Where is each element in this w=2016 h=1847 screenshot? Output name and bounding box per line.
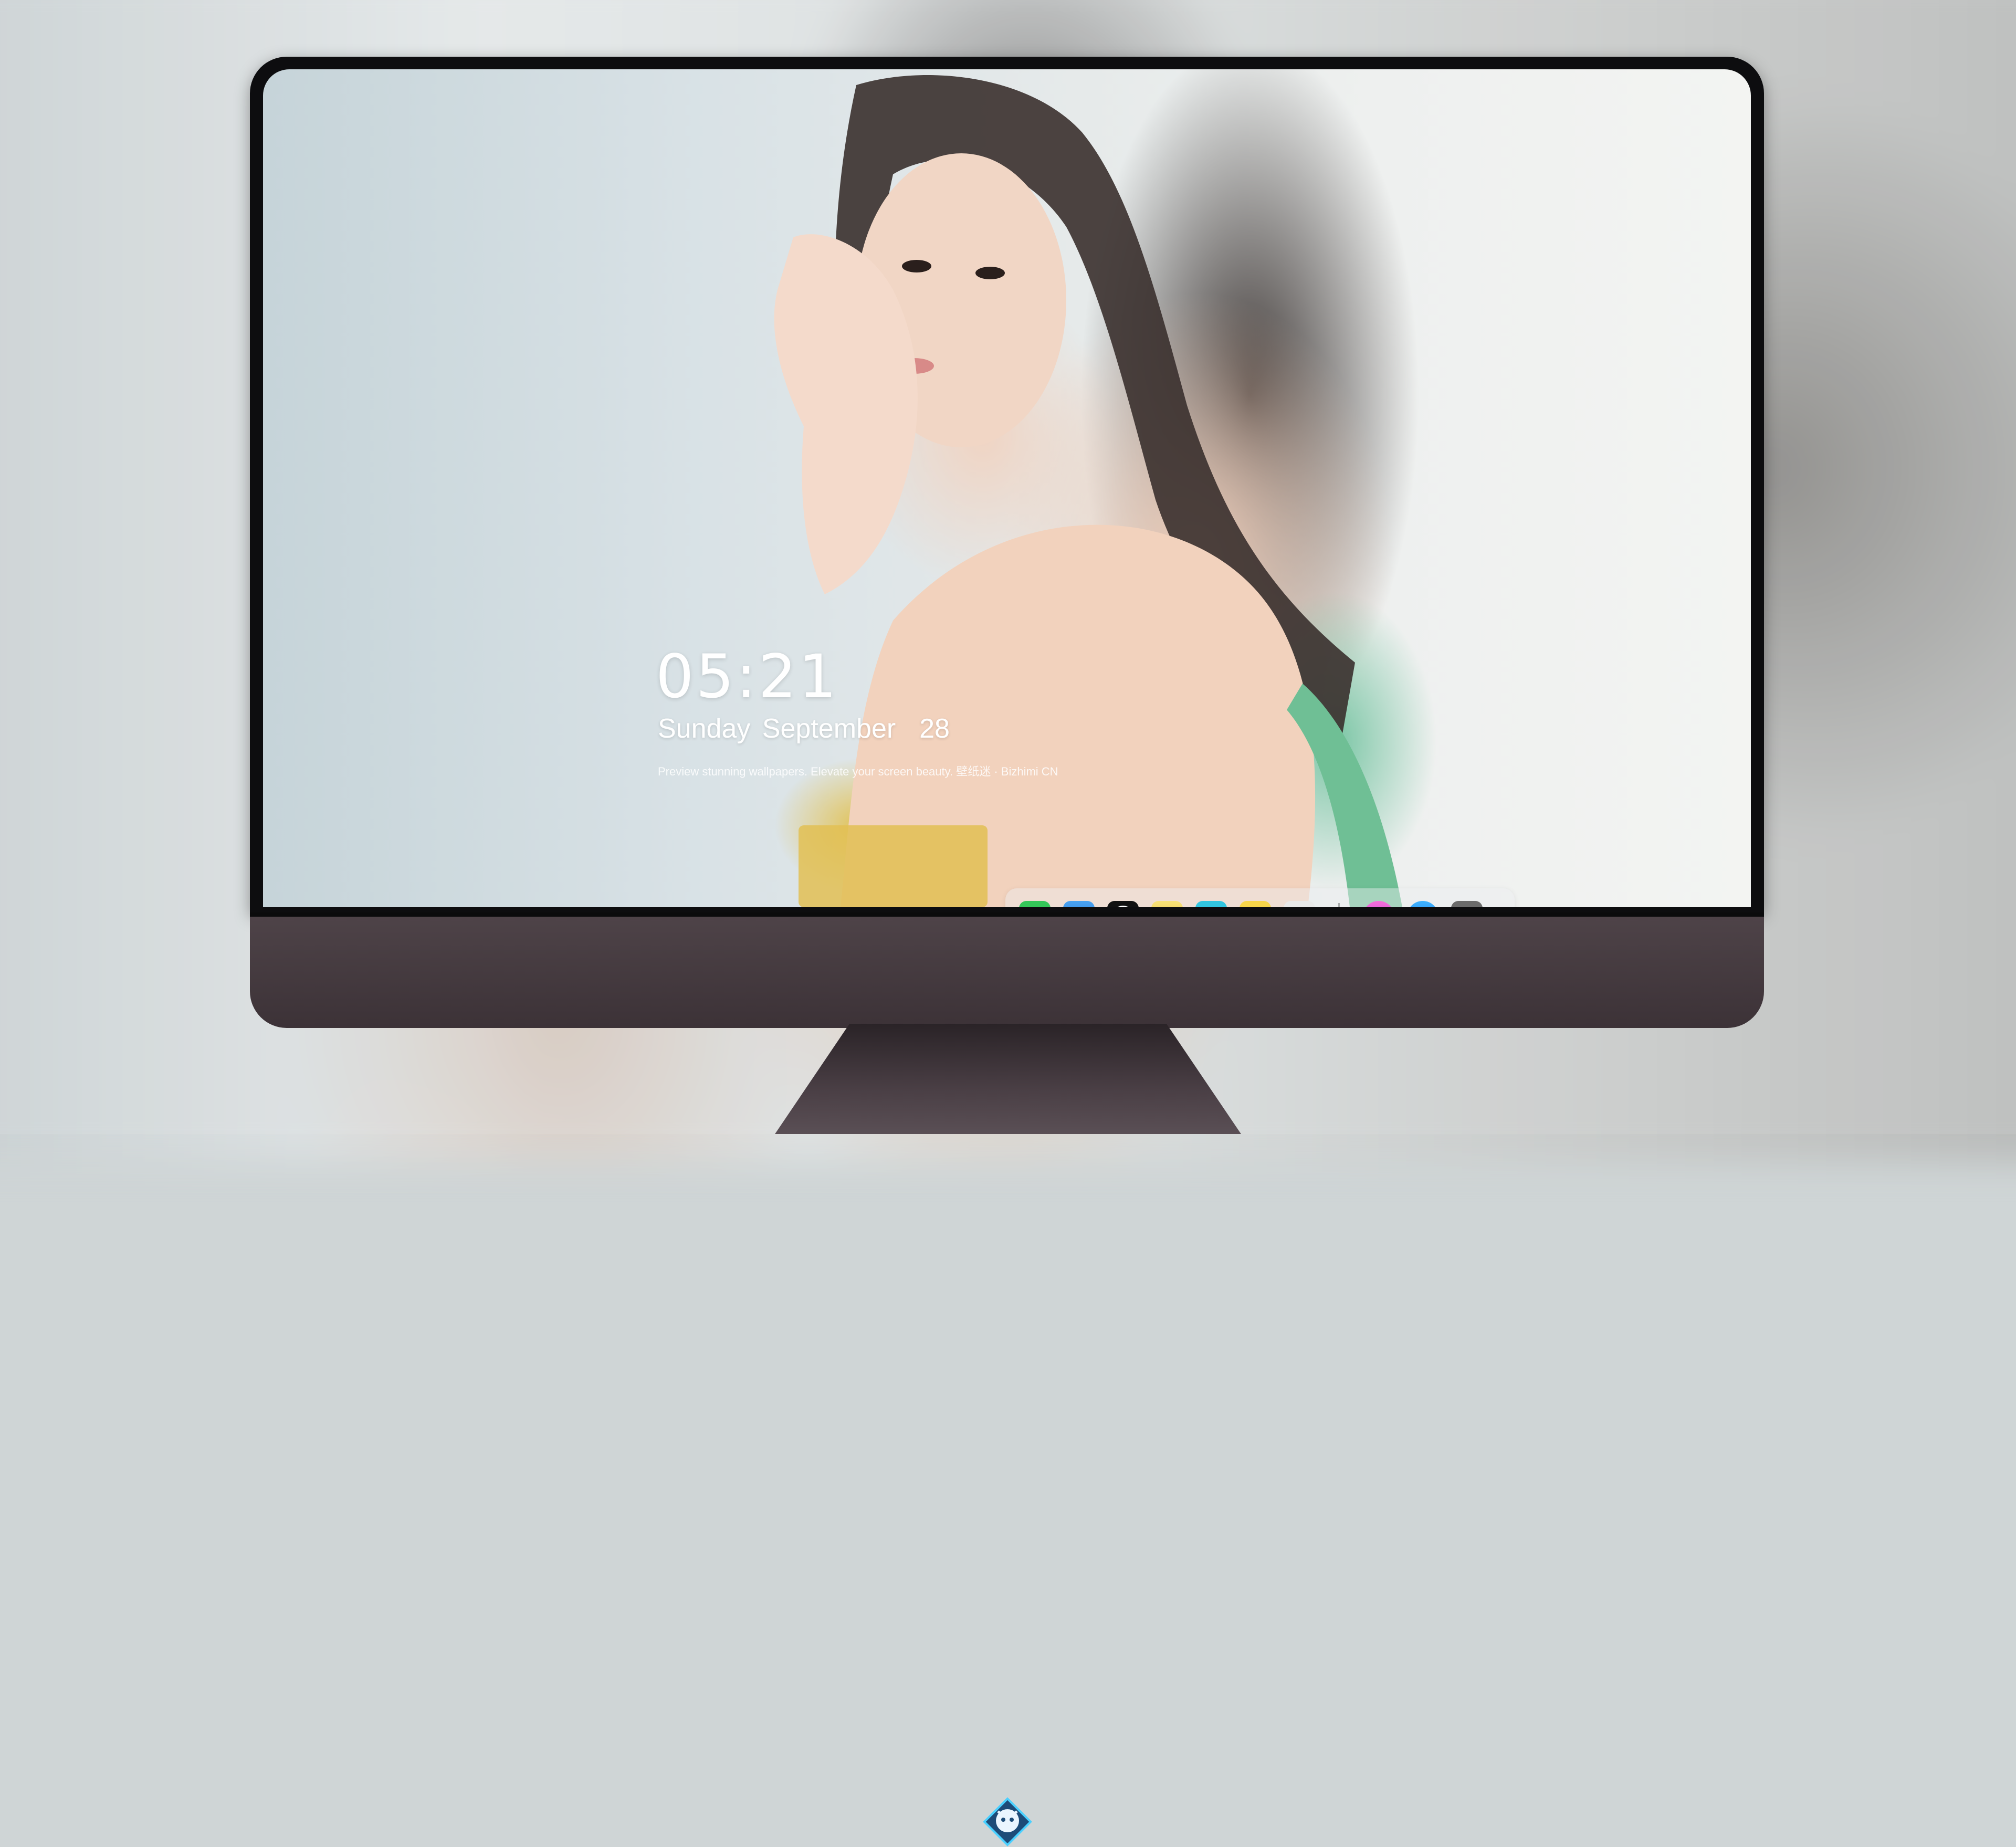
monitor-frame: 05:21 Sunday September 28 Preview stunni… — [250, 57, 1764, 1846]
lockscreen-clock: 05:21 — [656, 642, 839, 711]
notes-icon[interactable] — [1240, 901, 1271, 907]
bizhimi-logo-icon — [982, 1797, 1033, 1847]
itunes-icon[interactable] — [1363, 901, 1394, 907]
app-store-icon[interactable] — [1407, 901, 1438, 907]
wallpaper-photo — [774, 75, 1402, 907]
weather-icon[interactable] — [1063, 901, 1095, 907]
wallpaper-caption: Preview stunning wallpapers. Elevate you… — [658, 765, 1058, 778]
dock — [1005, 888, 1515, 907]
clips-icon[interactable] — [1195, 901, 1227, 907]
lockscreen-date: Sunday September 28 — [658, 713, 950, 744]
monitor-bezel: 05:21 Sunday September 28 Preview stunni… — [250, 57, 1764, 912]
preview-icon[interactable] — [1151, 901, 1183, 907]
desktop-screen: 05:21 Sunday September 28 Preview stunni… — [263, 69, 1751, 907]
camera-icon[interactable] — [1451, 901, 1483, 907]
dock-separator — [1338, 903, 1340, 907]
messages-icon[interactable] — [1019, 901, 1051, 907]
clock-icon[interactable] — [1107, 901, 1139, 907]
monitor-stand — [775, 1024, 1241, 1134]
photo-booth-icon[interactable] — [1284, 901, 1315, 907]
monitor-chin — [250, 912, 1764, 1846]
